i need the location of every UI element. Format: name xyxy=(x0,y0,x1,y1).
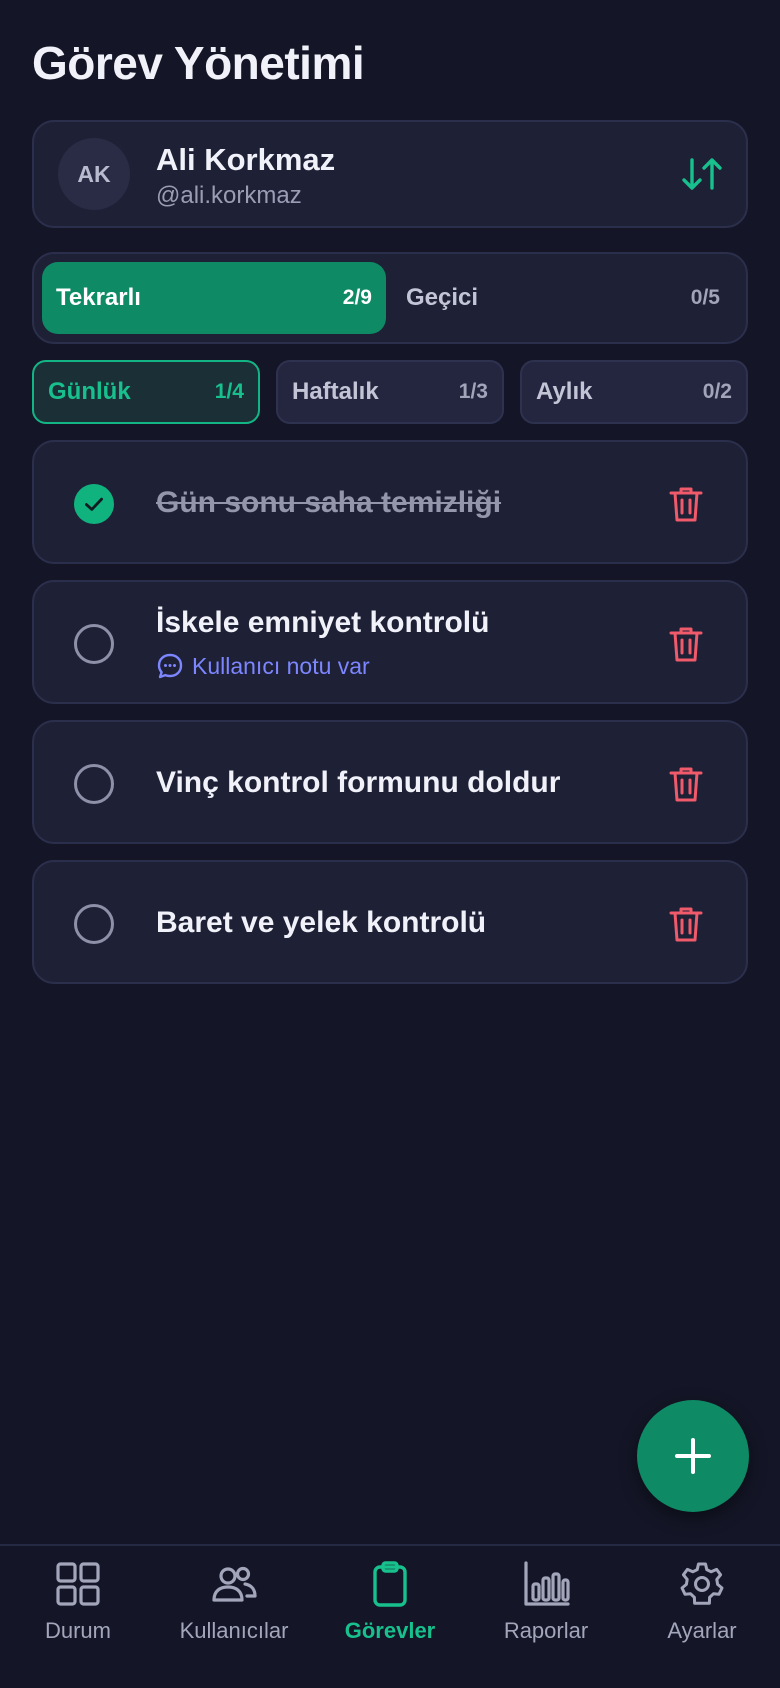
nav-label: Görevler xyxy=(344,1618,436,1643)
segment-recurring-label: Tekrarlı xyxy=(56,284,141,311)
clipboard-icon xyxy=(373,1561,407,1607)
task-title: Baret ve yelek kontrolü xyxy=(156,906,487,939)
period-tab-count: 1/3 xyxy=(458,380,488,403)
segment-temporary-label: Geçici xyxy=(406,284,479,311)
delete-task-button[interactable] xyxy=(668,904,704,944)
nav-item-gorevler[interactable]: Görevler xyxy=(312,1560,468,1660)
task-title: Vinç kontrol formunu doldur xyxy=(156,766,561,799)
period-tab-label: Aylık xyxy=(536,378,593,405)
segment-recurring[interactable]: Tekrarlı 2/9 xyxy=(42,262,386,334)
chat-bubble-icon xyxy=(157,653,183,679)
task-title: İskele emniyet kontrolü xyxy=(156,606,490,639)
task-card: Baret ve yelek kontrolü xyxy=(32,860,748,984)
sort-button[interactable] xyxy=(680,152,724,196)
bar-chart-icon xyxy=(524,1561,570,1606)
user-card: AK Ali Korkmaz @ali.korkmaz xyxy=(32,120,748,228)
period-tab-monthly[interactable]: Aylık 0/2 xyxy=(520,360,748,424)
grid-icon xyxy=(56,1562,100,1606)
nav-item-kullanicilar[interactable]: Kullanıcılar xyxy=(156,1560,312,1660)
nav-label: Durum xyxy=(44,1618,111,1643)
period-tab-daily[interactable]: Günlük 1/4 xyxy=(32,360,260,424)
delete-task-button[interactable] xyxy=(668,624,704,664)
page-title: Görev Yönetimi xyxy=(32,37,365,89)
delete-task-button[interactable] xyxy=(668,484,704,524)
task-checkbox[interactable] xyxy=(74,764,114,804)
period-tab-label: Haftalık xyxy=(292,378,379,405)
avatar: AK xyxy=(58,138,130,210)
task-card: İskele emniyet kontrolü Kullanıcı notu v… xyxy=(32,580,748,704)
nav-item-ayarlar[interactable]: Ayarlar xyxy=(624,1560,780,1660)
nav-label: Ayarlar xyxy=(667,1618,737,1643)
app-screen: Görev Yönetimi AK Ali Korkmaz @ali.korkm… xyxy=(0,0,780,1688)
sort-arrows-icon xyxy=(682,158,722,190)
task-title: Gün sonu saha temizliği xyxy=(156,486,502,519)
checkmark-icon xyxy=(85,497,103,511)
nav-label: Kullanıcılar xyxy=(179,1618,289,1643)
period-tab-weekly[interactable]: Haftalık 1/3 xyxy=(276,360,504,424)
task-checkbox[interactable] xyxy=(74,904,114,944)
plus-icon xyxy=(675,1438,711,1474)
bottom-nav: Durum Kullanıcılar Görevler Raporlar Aya… xyxy=(0,1544,780,1688)
period-tab-count: 1/4 xyxy=(214,380,244,403)
nav-item-durum[interactable]: Durum xyxy=(0,1560,156,1660)
user-handle: @ali.korkmaz xyxy=(156,182,302,209)
user-note-indicator[interactable]: Kullanıcı notu var xyxy=(156,652,370,680)
task-card: Vinç kontrol formunu doldur xyxy=(32,720,748,844)
task-card: Gün sonu saha temizliği xyxy=(32,440,748,564)
nav-label: Raporlar xyxy=(503,1618,589,1643)
user-name: Ali Korkmaz xyxy=(156,142,336,177)
user-note-label: Kullanıcı notu var xyxy=(192,652,370,679)
gear-icon xyxy=(680,1562,724,1605)
task-checkbox[interactable] xyxy=(74,624,114,664)
segment-recurring-count: 2/9 xyxy=(342,286,372,309)
task-type-segment: Tekrarlı 2/9 Geçici 0/5 xyxy=(32,252,748,344)
add-task-button[interactable] xyxy=(637,1400,749,1512)
segment-temporary[interactable]: Geçici 0/5 xyxy=(386,262,738,334)
segment-temporary-count: 0/5 xyxy=(690,286,720,309)
users-icon xyxy=(212,1566,257,1602)
period-tab-count: 0/2 xyxy=(702,380,732,403)
period-tab-label: Günlük xyxy=(48,378,131,405)
task-checkbox-checked[interactable] xyxy=(74,484,114,524)
nav-item-raporlar[interactable]: Raporlar xyxy=(468,1560,624,1660)
delete-task-button[interactable] xyxy=(668,764,704,804)
